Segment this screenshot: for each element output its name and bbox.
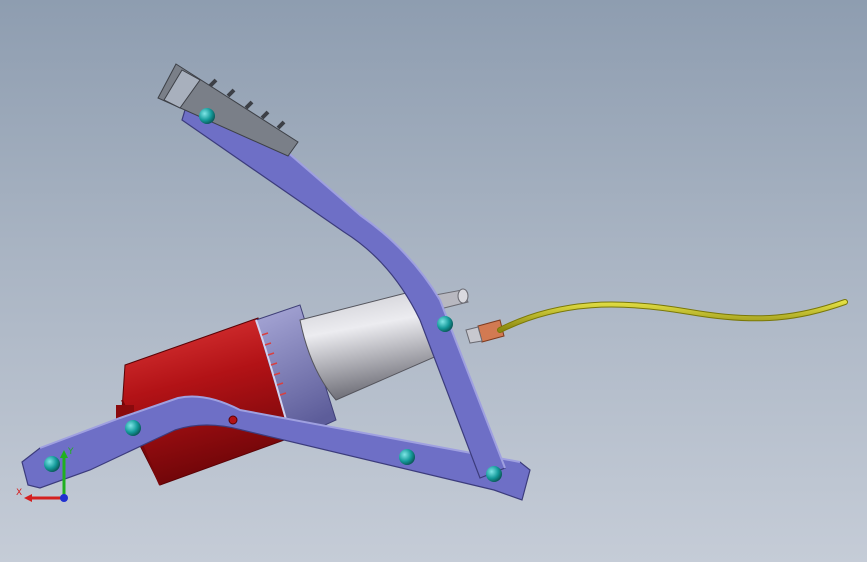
- x-axis-arrow-icon: [24, 494, 32, 502]
- x-axis-label: X: [16, 488, 22, 498]
- pivot-pin[interactable]: [486, 466, 502, 482]
- y-axis-label: Y: [67, 447, 74, 457]
- pivot-pin[interactable]: [125, 420, 141, 436]
- reference-triad: X Y: [16, 447, 74, 502]
- graphics-viewport[interactable]: X Y: [0, 0, 867, 562]
- pedal-pump-model[interactable]: [0, 0, 867, 562]
- rivet: [228, 415, 238, 425]
- z-axis-icon: [60, 494, 68, 502]
- y-axis-arrow-icon: [60, 450, 68, 458]
- air-hose[interactable]: [497, 299, 848, 333]
- pivot-pin[interactable]: [199, 108, 215, 124]
- pivot-pin[interactable]: [437, 316, 453, 332]
- pivot-pin[interactable]: [399, 449, 415, 465]
